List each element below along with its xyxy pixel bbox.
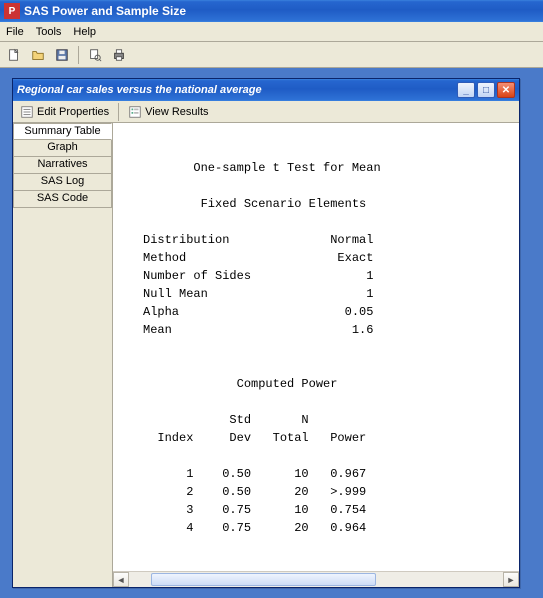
sidebar: Summary Table Graph Narratives SAS Log S… — [13, 123, 113, 587]
minimize-icon: _ — [463, 85, 469, 96]
report-content: One-sample t Test for Mean Fixed Scenari… — [113, 123, 519, 571]
edit-properties-button[interactable]: Edit Properties — [15, 103, 114, 121]
app-toolbar — [0, 42, 543, 68]
mdi-area: Regional car sales versus the national a… — [0, 68, 543, 598]
sidebar-item-label: Narratives — [37, 158, 87, 170]
content-wrap: One-sample t Test for Mean Fixed Scenari… — [113, 123, 519, 587]
edit-properties-label: Edit Properties — [37, 106, 109, 118]
inner-body: Summary Table Graph Narratives SAS Log S… — [13, 123, 519, 587]
save-icon — [55, 48, 69, 62]
app-title: SAS Power and Sample Size — [24, 4, 186, 18]
open-button[interactable] — [28, 45, 48, 65]
view-results-label: View Results — [145, 106, 208, 118]
view-results-button[interactable]: View Results — [123, 103, 213, 121]
inner-toolbar-separator — [118, 103, 119, 121]
maximize-icon: □ — [483, 85, 489, 96]
sidebar-item-label: Summary Table — [24, 125, 100, 137]
horizontal-scrollbar[interactable]: ◄ ► — [113, 571, 519, 587]
properties-icon — [20, 105, 34, 119]
menu-tools[interactable]: Tools — [36, 26, 62, 38]
minimize-button[interactable]: _ — [457, 82, 475, 98]
window-buttons: _ □ ✕ — [457, 82, 515, 98]
sidebar-item-label: Graph — [47, 141, 78, 153]
toolbar-separator — [78, 46, 79, 64]
print-preview-icon — [88, 48, 102, 62]
app-titlebar: P SAS Power and Sample Size — [0, 0, 543, 22]
close-button[interactable]: ✕ — [497, 82, 515, 98]
sidebar-item-saslog[interactable]: SAS Log — [13, 174, 112, 191]
print-icon — [112, 48, 126, 62]
scroll-track[interactable] — [129, 572, 503, 587]
open-icon — [31, 48, 45, 62]
menu-file[interactable]: File — [6, 26, 24, 38]
print-preview-button[interactable] — [85, 45, 105, 65]
menu-help[interactable]: Help — [73, 26, 96, 38]
save-button[interactable] — [52, 45, 72, 65]
maximize-button[interactable]: □ — [477, 82, 495, 98]
chevron-right-icon: ► — [507, 575, 516, 585]
menubar: File Tools Help — [0, 22, 543, 42]
inner-title: Regional car sales versus the national a… — [17, 84, 262, 96]
chevron-left-icon: ◄ — [117, 575, 126, 585]
new-button[interactable] — [4, 45, 24, 65]
scroll-left-button[interactable]: ◄ — [113, 572, 129, 587]
inner-titlebar: Regional car sales versus the national a… — [13, 79, 519, 101]
scroll-thumb[interactable] — [151, 573, 375, 586]
sidebar-item-sascode[interactable]: SAS Code — [13, 191, 112, 208]
results-icon — [128, 105, 142, 119]
sidebar-item-label: SAS Code — [37, 192, 88, 204]
scroll-right-button[interactable]: ► — [503, 572, 519, 587]
sidebar-item-label: SAS Log — [41, 175, 84, 187]
print-button[interactable] — [109, 45, 129, 65]
app-icon: P — [4, 3, 20, 19]
sidebar-item-narratives[interactable]: Narratives — [13, 157, 112, 174]
inner-toolbar: Edit Properties View Results — [13, 101, 519, 123]
sidebar-item-graph[interactable]: Graph — [13, 140, 112, 157]
new-icon — [7, 48, 21, 62]
results-window: Regional car sales versus the national a… — [12, 78, 520, 588]
close-icon: ✕ — [502, 85, 510, 96]
sidebar-item-summary[interactable]: Summary Table — [13, 123, 112, 140]
